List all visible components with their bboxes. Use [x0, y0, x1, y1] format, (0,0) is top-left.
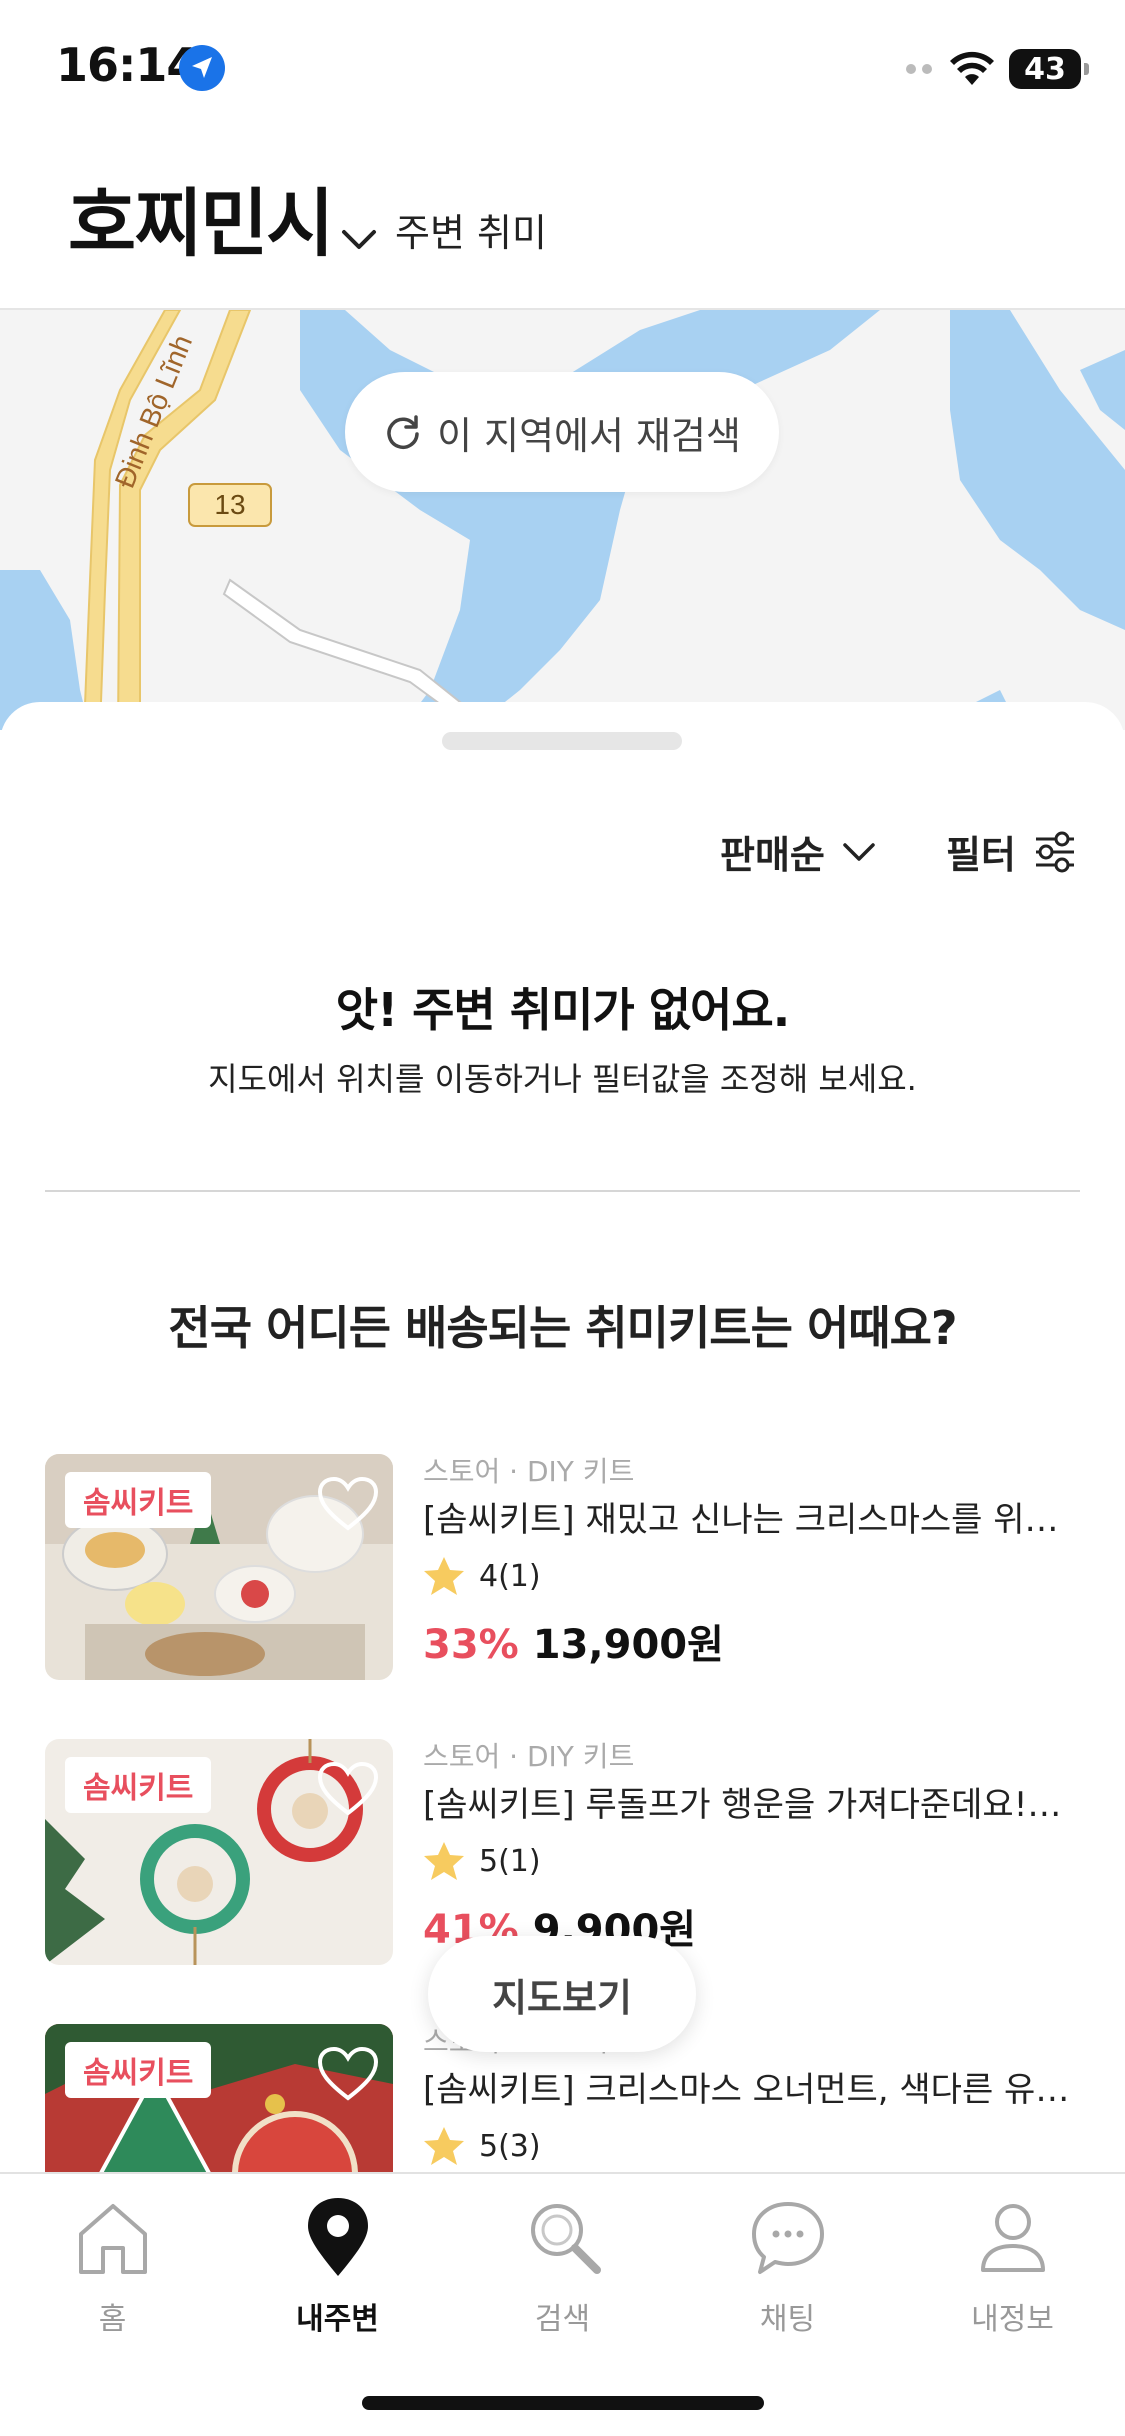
home-indicator[interactable] [362, 2396, 764, 2410]
map-view-button[interactable]: 지도보기 [428, 1936, 696, 2052]
brand-badge: 솜씨키트 [65, 1472, 212, 1528]
status-icons: 43 [905, 44, 1089, 94]
tab-label: 채팅 [759, 2302, 816, 2337]
discount-rate: 33% [423, 1622, 519, 1668]
tab-label: 내주변 [296, 2302, 379, 2337]
product-rating: 4(1) [423, 1556, 541, 1596]
tab-home[interactable]: 홈 [0, 2196, 225, 2346]
product-rating: 5(1) [423, 1841, 541, 1881]
route-shield-label: 13 [214, 489, 245, 520]
product-card[interactable]: 솜씨키트 스토어 · DIY 키트 [솜씨키트] 루돌프가 행운을 가져다준데요… [45, 1739, 1080, 1965]
product-thumbnail[interactable]: 솜씨키트 [45, 1739, 393, 1965]
heart-icon[interactable] [317, 1761, 379, 1817]
home-icon [78, 2204, 147, 2274]
filter-button[interactable]: 필터 [946, 824, 1078, 879]
filter-sliders-icon [1035, 831, 1074, 872]
product-thumbnail[interactable]: 솜씨키트 [45, 1454, 393, 1680]
product-category: 스토어 · DIY 키트 [423, 1455, 635, 1488]
signal-dots-icon [906, 64, 932, 74]
tab-nearby[interactable]: 내주변 [225, 2196, 450, 2346]
star-icon [424, 1842, 464, 1880]
product-card[interactable]: 솜씨키트 스토어 · DIY 키트 [솜씨키트] 재밌고 신나는 크리스마스를 … [45, 1454, 1083, 1680]
filter-label: 필터 [946, 833, 1016, 877]
user-icon [980, 2204, 1045, 2272]
tab-chat[interactable]: 채팅 [675, 2196, 900, 2346]
chevron-down-icon[interactable] [338, 218, 380, 260]
tab-my-info[interactable]: 내정보 [900, 2196, 1125, 2346]
chevron-down-icon [843, 842, 875, 861]
rating-value: 5(1) [479, 1843, 541, 1879]
refresh-icon [387, 415, 419, 449]
product-thumbnail[interactable]: 솜씨키트 [45, 2024, 393, 2172]
sheet-drag-handle[interactable] [442, 732, 682, 750]
product-rating: 5(3) [423, 2126, 541, 2166]
battery-icon: 43 [1009, 49, 1089, 89]
tab-label: 홈 [98, 2302, 127, 2337]
star-icon [424, 2127, 464, 2165]
sort-label: 판매순 [720, 833, 825, 877]
star-icon [424, 1557, 464, 1595]
search-icon [530, 2204, 601, 2274]
sort-dropdown[interactable]: 판매순 [720, 824, 879, 879]
heart-icon[interactable] [317, 2046, 379, 2102]
tab-label: 검색 [534, 2302, 591, 2337]
tab-search[interactable]: 검색 [450, 2196, 675, 2346]
status-time: 16:14 [56, 38, 198, 92]
header-subtitle: 주변 취미 [395, 211, 547, 255]
location-arrow-icon [179, 45, 225, 91]
empty-state-title: 앗! 주변 취미가 없어요. [335, 983, 790, 1037]
product-category: 스토어 · DIY 키트 [423, 1740, 635, 1773]
section-divider [45, 1190, 1080, 1192]
chat-icon [751, 2202, 824, 2274]
product-title[interactable]: [솜씨키트] 루돌프가 행운을 가져다준데요!… [423, 1777, 1083, 1826]
location-header: 호찌민시 주변 취미 [0, 140, 1125, 310]
product-title[interactable]: [솜씨키트] 크리스마스 오너먼트, 색다른 유… [423, 2062, 1083, 2111]
heart-icon[interactable] [317, 1476, 379, 1532]
brand-badge: 솜씨키트 [65, 1757, 212, 1813]
status-bar: 16:14 43 [0, 0, 1125, 140]
product-title[interactable]: [솜씨키트] 재밌고 신나는 크리스마스를 위한… [423, 1492, 1083, 1541]
product-price: 13,900원 [532, 1622, 724, 1668]
rating-value: 5(3) [479, 2128, 541, 2164]
brand-badge: 솜씨키트 [65, 2042, 212, 2098]
research-area-button[interactable]: 이 지역에서 재검색 [345, 372, 779, 492]
location-pin-icon [307, 2198, 368, 2276]
city-selector[interactable]: 호찌민시 [68, 164, 334, 271]
tab-label: 내정보 [971, 2302, 1054, 2337]
kit-section-title: 전국 어디든 배송되는 취미키트는 어때요? [168, 1301, 957, 1355]
wifi-icon [950, 51, 994, 85]
empty-state-description: 지도에서 위치를 이동하거나 필터값을 조정해 보세요. [208, 1060, 917, 1098]
research-area-label: 이 지역에서 재검색 [437, 413, 741, 458]
price-row: 33% 13,900원 [423, 1612, 724, 1670]
rating-value: 4(1) [479, 1558, 541, 1594]
